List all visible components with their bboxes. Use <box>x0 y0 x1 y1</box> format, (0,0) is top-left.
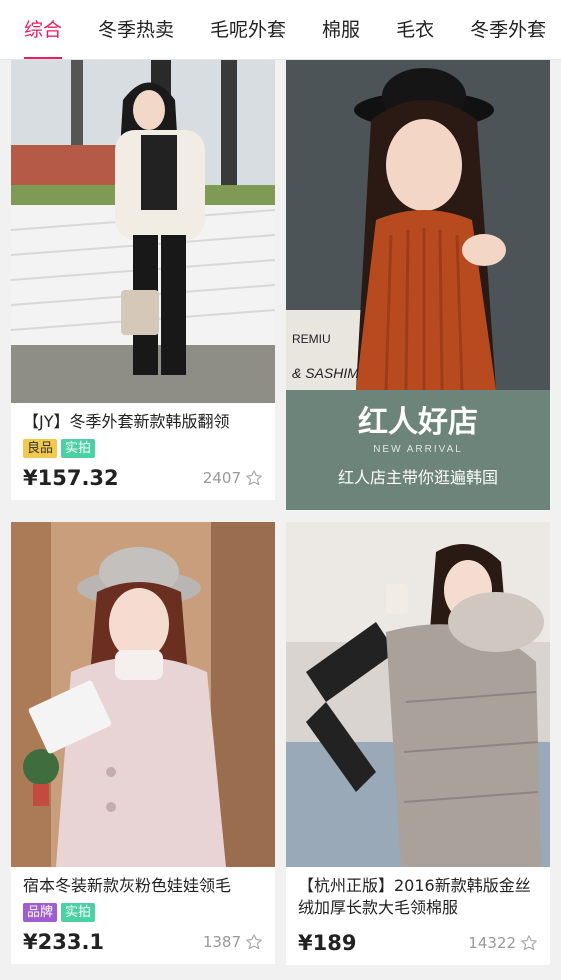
like-count: 14322 <box>468 934 516 952</box>
product-image[interactable] <box>11 522 275 867</box>
like-counter[interactable]: 14322 <box>468 934 538 952</box>
tab-综合[interactable]: 综合 <box>24 0 63 59</box>
product-image[interactable] <box>286 522 550 867</box>
product-title: 【杭州正版】2016新款韩版金丝绒加厚长款大毛领棉服 <box>298 876 531 917</box>
product-image[interactable] <box>11 60 275 403</box>
like-counter[interactable]: 1387 <box>203 933 263 951</box>
product-tags: 品牌 实拍 <box>23 903 263 922</box>
product-price: ¥157.32 <box>23 466 119 490</box>
ad-top-text: & SASHIMI <box>292 365 363 381</box>
ad-subline: NEW ARRIVAL <box>373 444 463 455</box>
product-card[interactable]: 宿本冬装新款灰粉色娃娃领毛 品牌 实拍 ¥233.1 1387 <box>11 522 275 964</box>
product-card[interactable]: 【JY】冬季外套新款韩版翻领 良品 实拍 ¥157.32 2407 <box>11 60 275 500</box>
tab-棉服[interactable]: 棉服 <box>322 0 360 59</box>
product-photo <box>286 522 550 867</box>
ad-side-text: REMIU <box>292 332 331 346</box>
like-count: 1387 <box>202 933 241 951</box>
star-outline-icon[interactable] <box>245 469 263 487</box>
product-title: 宿本冬装新款灰粉色娃娃领毛 <box>23 876 232 895</box>
ad-image: REMIU & SASHIMI 红人好店 NEW ARRIVAL 红人店主带你逛… <box>286 60 550 510</box>
like-counter[interactable]: 2407 <box>203 469 263 487</box>
product-price: ¥233.1 <box>23 930 105 954</box>
ad-headline: 红人好店 <box>358 406 478 439</box>
tab-毛衣[interactable]: 毛衣 <box>396 0 434 59</box>
like-count: 2407 <box>202 469 241 487</box>
product-tags: 良品 实拍 <box>23 439 263 458</box>
tab-冬季热卖[interactable]: 冬季热卖 <box>98 0 174 59</box>
shop-ad-banner[interactable]: REMIU & SASHIMI 红人好店 NEW ARRIVAL 红人店主带你逛… <box>286 60 550 510</box>
ad-caption: 红人店主带你逛遍韩国 <box>338 469 498 487</box>
product-card[interactable]: 【杭州正版】2016新款韩版金丝绒加厚长款大毛领棉服 ¥189 14322 <box>286 522 550 965</box>
product-photo <box>11 60 275 403</box>
tab-毛呢外套[interactable]: 毛呢外套 <box>210 0 286 59</box>
product-title: 【JY】冬季外套新款韩版翻领 <box>23 412 230 431</box>
category-tabs: 综合 冬季热卖 毛呢外套 棉服 毛衣 冬季外套 <box>0 0 561 60</box>
product-price: ¥189 <box>298 931 357 955</box>
product-grid: 【JY】冬季外套新款韩版翻领 良品 实拍 ¥157.32 2407 REMIU … <box>0 60 561 980</box>
tag-badge: 实拍 <box>61 439 96 458</box>
tag-badge: 品牌 <box>23 903 58 922</box>
tab-冬季外套[interactable]: 冬季外套 <box>470 0 546 59</box>
tag-badge: 实拍 <box>61 903 96 922</box>
product-photo <box>11 522 275 867</box>
star-outline-icon[interactable] <box>520 934 538 952</box>
star-outline-icon[interactable] <box>245 933 263 951</box>
tag-badge: 良品 <box>23 439 58 458</box>
